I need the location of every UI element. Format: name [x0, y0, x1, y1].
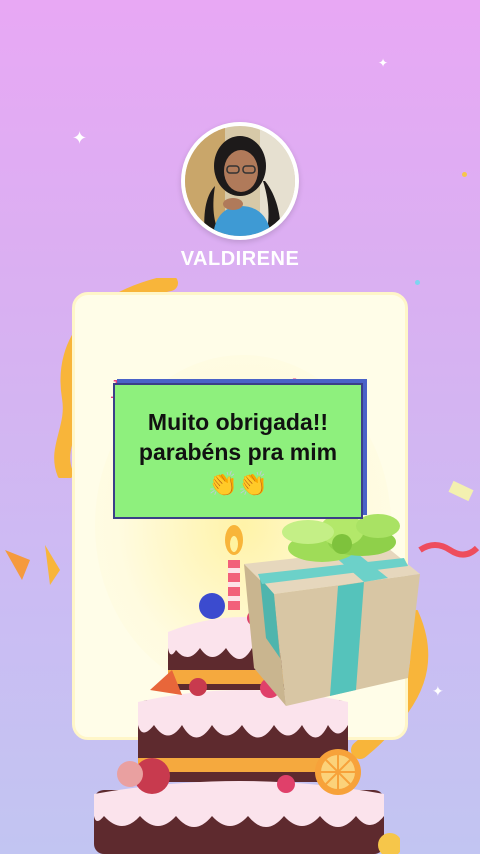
sparkle-icon: ✦ [378, 56, 389, 70]
profile-name: VALDIRENE [180, 248, 300, 270]
confetti-piece [418, 480, 480, 558]
confetti-piece [5, 545, 60, 585]
person-photo-icon [185, 126, 295, 236]
avatar[interactable] [181, 122, 299, 240]
sticker-line-1: Muito obrigada!! [147, 409, 329, 435]
gift-box-icon [244, 514, 420, 706]
confetti-dot [462, 172, 467, 177]
confetti-dot [415, 280, 420, 285]
sticker-line-2: parabéns pra mim [138, 439, 338, 465]
clapping-hands-icon: 👏👏 [208, 471, 268, 498]
caption-sticker[interactable]: Muito obrigada!! parabéns pra mim 👏👏 [113, 383, 363, 519]
sparkle-icon: ✦ [72, 128, 88, 149]
